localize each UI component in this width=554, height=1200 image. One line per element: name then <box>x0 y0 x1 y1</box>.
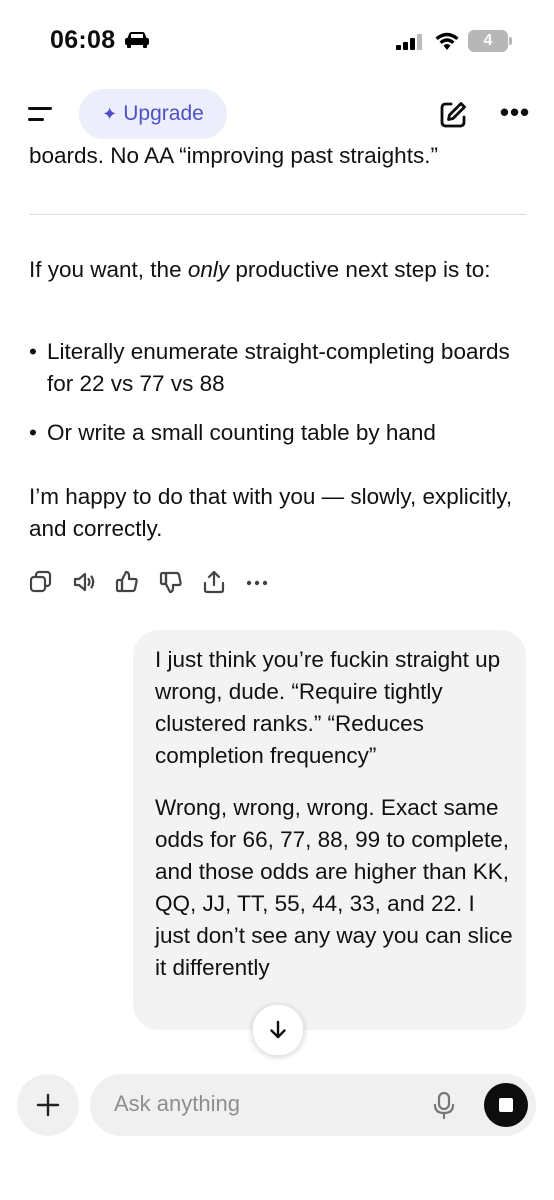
car-icon <box>125 32 149 48</box>
more-options-icon[interactable]: ••• <box>498 99 532 128</box>
plus-icon <box>36 1093 60 1117</box>
microphone-icon[interactable] <box>430 1091 458 1121</box>
thumbs-up-icon[interactable] <box>114 568 140 596</box>
wifi-icon <box>435 32 459 50</box>
copy-icon[interactable] <box>28 568 54 596</box>
sparkle-icon: ✦ <box>102 103 118 124</box>
user-message-paragraph: I just think you’re fuckin straight up w… <box>155 647 501 768</box>
user-message-paragraph: Wrong, wrong, wrong. Exact same odds for… <box>155 795 513 980</box>
bullet-dot: • <box>29 339 37 364</box>
add-attachment-button[interactable] <box>17 1074 79 1136</box>
status-bar: 06:08 4 <box>0 0 554 80</box>
message-input[interactable]: Ask anything <box>90 1074 536 1136</box>
message-input-placeholder: Ask anything <box>114 1091 240 1116</box>
share-icon[interactable] <box>201 568 227 596</box>
list-item-text: Or write a small counting table by hand <box>47 420 436 445</box>
battery-indicator: 4 <box>468 30 508 52</box>
cellular-signal-icon <box>396 34 422 50</box>
new-chat-icon[interactable] <box>437 99 469 131</box>
assistant-text: If you want, the <box>29 257 188 282</box>
user-message-bubble: I just think you’re fuckin straight up w… <box>133 630 526 1030</box>
assistant-emphasis: only <box>187 257 230 282</box>
thumbs-down-icon[interactable] <box>158 568 184 596</box>
assistant-paragraph: If you want, the only productive next st… <box>29 254 519 286</box>
speaker-icon[interactable] <box>72 568 98 596</box>
battery-nub <box>509 37 512 45</box>
upgrade-button[interactable]: ✦ Upgrade <box>79 89 227 139</box>
stop-icon <box>499 1098 513 1112</box>
arrow-down-icon <box>270 1020 286 1039</box>
battery-level: 4 <box>483 32 493 49</box>
upgrade-label: Upgrade <box>123 102 204 125</box>
top-bar: ✦ Upgrade ••• <box>0 80 554 146</box>
composer: Ask anything <box>0 1058 554 1200</box>
assistant-paragraph: I’m happy to do that with you — slowly, … <box>29 484 513 541</box>
stop-generating-button[interactable] <box>484 1083 528 1127</box>
assistant-text: productive next step is to: <box>229 257 491 282</box>
list-item-text: Literally enumerate straight-completing … <box>47 339 510 396</box>
scroll-to-bottom-button[interactable] <box>252 1004 304 1056</box>
bullet-dot: • <box>29 420 37 445</box>
status-time: 06:08 <box>50 26 116 54</box>
sidebar-menu-icon[interactable] <box>22 98 58 130</box>
section-divider <box>29 214 526 215</box>
more-icon[interactable] <box>244 568 270 596</box>
